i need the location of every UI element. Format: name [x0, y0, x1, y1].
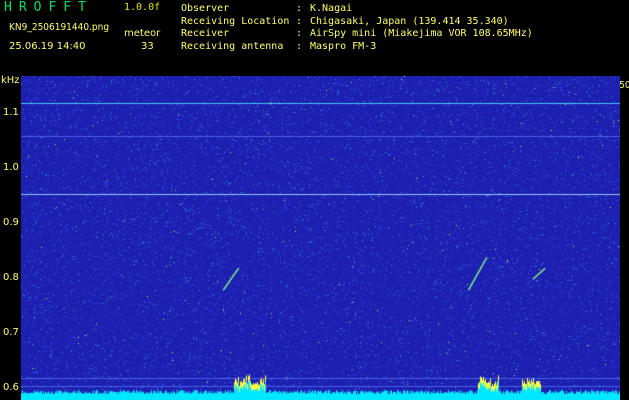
file-datetime: 25.06.19 14:40	[9, 41, 86, 52]
meta-key: Receiver	[181, 28, 230, 39]
file-name: KN9_2506191440.png	[9, 22, 110, 33]
meta-separator: :	[296, 3, 303, 14]
meta-value: K.Nagai	[310, 3, 353, 14]
meta-value: AirSpy mini (Miakejima VOR 108.65MHz)	[310, 28, 533, 39]
meta-key: Observer	[181, 3, 230, 14]
echo-count: 33	[141, 41, 154, 52]
y-axis-label: kHz	[1, 75, 20, 86]
app-title: HROFFT	[4, 0, 93, 15]
y-tick-label: 0.7	[3, 327, 19, 339]
meta-row-receiver: Receiver: AirSpy mini (Miakejima VOR 108.…	[181, 28, 533, 41]
app-version: 1.0.0f	[124, 2, 161, 13]
hrofft-window: HROFFT 1.0.0f KN9_2506191440.png meteor …	[0, 0, 629, 400]
spectrogram-plot	[21, 76, 620, 400]
y-tick-label: 1.1	[3, 107, 19, 119]
meta-row-antenna: Receiving antenna: Maspro FM-3	[181, 41, 533, 54]
y-tick-label: 0.6	[3, 382, 19, 394]
meta-key: Receiving antenna	[181, 40, 284, 52]
meta-separator: :	[296, 15, 303, 27]
y-tick-label: 1.0	[3, 162, 19, 174]
meta-value: Maspro FM-3	[310, 40, 377, 52]
y-tick-label: 0.8	[3, 272, 19, 284]
meta-key: Receiving Location	[181, 15, 290, 27]
meta-separator: :	[296, 40, 303, 52]
meta-row-observer: Observer: K.Nagai	[181, 3, 533, 16]
meta-value: Chigasaki, Japan (139.414 35.340)	[310, 15, 509, 27]
observation-metadata: Observer: K.Nagai Receiving Location: Chig…	[181, 3, 533, 53]
y-tick-label: 0.9	[3, 217, 19, 229]
meta-row-location: Receiving Location: Chigasaki, Japan (139…	[181, 16, 533, 29]
spectrogram-canvas	[21, 76, 620, 400]
meta-separator: :	[296, 28, 303, 39]
mode-label: meteor	[124, 28, 161, 39]
